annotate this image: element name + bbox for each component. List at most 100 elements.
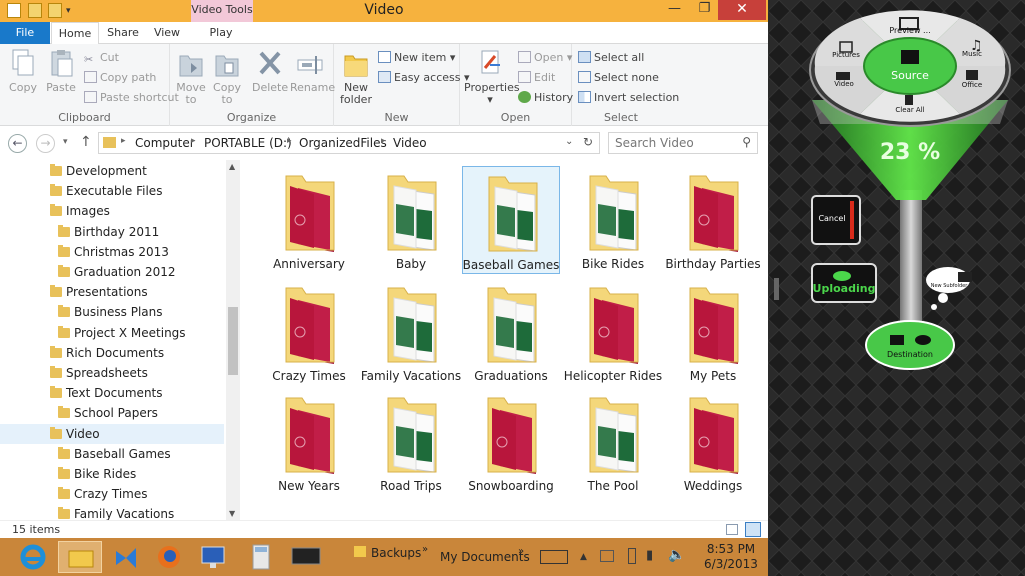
copy-to-sub-label: to [221,93,233,106]
easy-access-button[interactable]: Easy access ▾ [378,70,470,86]
new-item-button[interactable]: New item ▾ [378,50,455,66]
rename-button[interactable]: Rename [290,48,335,94]
breadcrumb-computer[interactable]: Computer [135,136,195,150]
backups-toolbar[interactable]: Backups [371,546,421,560]
folder-item[interactable]: Anniversary [260,166,358,274]
nav-item[interactable]: Rich Documents [0,343,224,363]
invert-selection-button[interactable]: Invert selection [578,90,679,106]
display-icon[interactable] [288,541,324,573]
battery-icon[interactable] [628,548,636,564]
nav-item[interactable]: Text Documents [0,383,224,403]
cut-button[interactable]: ✂ Cut [84,50,119,66]
visual-studio-icon[interactable] [108,541,142,573]
refresh-icon[interactable]: ↻ [583,135,593,149]
search-input[interactable]: Search Video ⚲ [608,132,758,154]
tab-file[interactable]: File [0,22,50,44]
nav-item[interactable]: Executable Files [0,181,224,201]
calculator-icon[interactable] [244,541,278,573]
destination-button[interactable] [865,320,955,370]
large-icons-view-icon[interactable] [745,522,761,537]
panel-resize-handle[interactable] [774,278,779,300]
copy-path-button[interactable]: Copy path [84,70,156,86]
tab-view[interactable]: View [150,22,184,44]
remote-desktop-icon[interactable] [196,541,230,573]
forward-arrow-icon[interactable]: → [36,134,55,153]
nav-item[interactable]: Birthday 2011 [0,222,224,242]
address-box[interactable]: ▸ Computer ▸ PORTABLE (D:) ▸ OrganizedFi… [98,132,600,154]
folder-item[interactable]: Baseball Games [462,166,560,274]
ribbon-tabs: File Home Share View Play [0,22,768,45]
scroll-up-icon[interactable]: ▲ [229,162,235,171]
nav-item[interactable]: School Papers [0,403,224,423]
action-center-icon[interactable] [600,550,614,562]
nav-item[interactable]: Project X Meetings [0,323,224,343]
easy-access-icon [378,71,391,83]
my-documents-toolbar[interactable]: My Documents [440,550,530,564]
select-none-button[interactable]: Select none [578,70,659,86]
nav-item[interactable]: Graduation 2012 [0,262,224,282]
scroll-down-icon[interactable]: ▼ [229,509,235,518]
history-button[interactable]: History [518,90,573,106]
details-view-icon[interactable] [726,524,738,535]
source-button[interactable] [863,37,957,95]
nav-item[interactable]: Crazy Times [0,484,224,504]
copy-to-button[interactable]: Copy to [210,48,244,106]
clock[interactable]: 8:53 PM 6/3/2013 [700,542,762,572]
back-arrow-icon[interactable]: ← [8,134,27,153]
folder-item[interactable]: Birthday Parties [664,166,762,274]
recent-locations-icon[interactable]: ▾ [63,137,68,147]
new-folder-button[interactable]: New folder [338,48,374,106]
breadcrumb-organizedfiles[interactable]: OrganizedFiles [299,136,387,150]
folder-item[interactable]: Weddings [664,388,762,496]
up-arrow-icon[interactable]: ↑ [80,134,92,150]
paste-button[interactable]: Paste [44,48,78,94]
folder-item[interactable]: My Pets [664,278,762,386]
folder-item[interactable]: Helicopter Rides [564,278,662,386]
nav-item[interactable]: Development [0,161,224,181]
folder-item[interactable]: Snowboarding [462,388,560,496]
folder-item[interactable]: Crazy Times [260,278,358,386]
folder-item[interactable]: New Years [260,388,358,496]
nav-item[interactable]: Business Plans [0,302,224,322]
folder-item[interactable]: Baby [362,166,460,274]
open-button[interactable]: Open ▾ [518,50,572,66]
navigation-scrollbar[interactable]: ▲ ▼ [226,160,240,520]
delete-button[interactable]: Delete [252,48,288,94]
paste-shortcut-button[interactable]: Paste shortcut [84,90,179,106]
nav-item[interactable]: Christmas 2013 [0,242,224,262]
copy-button[interactable]: Copy [6,48,40,94]
restore-icon[interactable]: ❐ [690,0,719,20]
nav-item[interactable]: Baseball Games [0,444,224,464]
internet-explorer-icon[interactable] [16,541,50,573]
folder-item[interactable]: Bike Rides [564,166,662,274]
nav-item[interactable]: Family Vacations [0,504,224,520]
tab-play[interactable]: Play [198,22,244,44]
tab-share[interactable]: Share [104,22,142,44]
breadcrumb-video[interactable]: Video [393,136,427,150]
properties-button[interactable]: Properties ▾ [464,48,520,106]
nav-item[interactable]: Bike Rides [0,464,224,484]
file-explorer-icon[interactable] [58,541,102,573]
close-icon[interactable]: ✕ [718,0,766,20]
chevron-down-icon[interactable]: ⌄ [565,136,573,147]
edit-button[interactable]: Edit [518,70,555,86]
firefox-icon[interactable] [152,541,186,573]
scrollbar-thumb[interactable] [228,307,238,375]
minimize-icon[interactable]: — [660,0,689,20]
volume-icon[interactable]: 🔈 [668,547,685,563]
network-icon[interactable]: ▮ [646,548,653,563]
touch-keyboard-icon[interactable] [540,550,568,564]
nav-item[interactable]: Presentations [0,282,224,302]
show-hidden-icons-icon[interactable]: ▲ [580,552,587,562]
breadcrumb-portable[interactable]: PORTABLE (D:) [204,136,292,150]
folder-item[interactable]: Graduations [462,278,560,386]
nav-item[interactable]: Spreadsheets [0,363,224,383]
folder-item[interactable]: The Pool [564,388,662,496]
move-to-button[interactable]: Move to [174,48,208,106]
nav-item[interactable]: Video [0,423,224,444]
folder-item[interactable]: Family Vacations [361,278,461,386]
tab-home[interactable]: Home [51,22,99,45]
folder-item[interactable]: Road Trips [362,388,460,496]
nav-item[interactable]: Images [0,201,224,221]
select-all-button[interactable]: Select all [578,50,644,66]
